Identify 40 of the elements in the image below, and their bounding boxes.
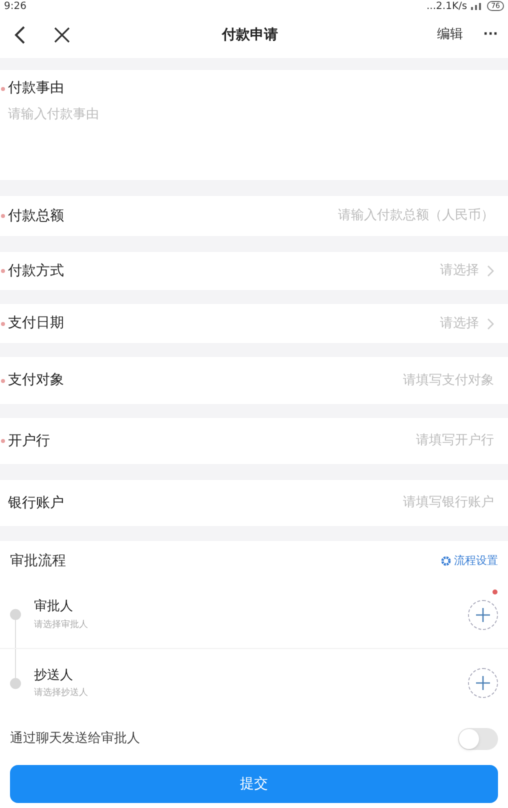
field-label: 开户行 — [8, 432, 50, 450]
input-field[interactable]: 请填写支付对象 — [194, 370, 494, 390]
status-time: 9:26 — [4, 0, 26, 14]
form-field[interactable]: 付款总额 请输入付款总额（人民币） — [0, 196, 508, 236]
step-hint: 请选择抄送人 — [34, 687, 88, 700]
input-field[interactable]: 请填写银行账户 — [194, 493, 494, 513]
more-button[interactable]: ··· — [483, 25, 498, 45]
toggle-label: 通过聊天发送给审批人 — [10, 730, 140, 748]
toggle-switch[interactable] — [458, 728, 498, 750]
reason-field[interactable]: 付款事由 请输入付款事由 — [0, 70, 508, 180]
page-title: 付款申请 — [222, 26, 278, 44]
field-label: 支付对象 — [8, 371, 64, 390]
field-label: 付款总额 — [8, 206, 64, 226]
add-person-button[interactable] — [468, 668, 498, 698]
step-title: 抄送人 — [34, 666, 74, 684]
step-hint: 请选择审批人 — [34, 618, 88, 632]
close-icon[interactable] — [52, 25, 72, 45]
network-speed: ...2.1K/s — [426, 0, 468, 14]
form-field[interactable]: 支付对象 请填写支付对象 — [0, 357, 508, 404]
plus-icon — [476, 608, 490, 622]
form-field[interactable]: 开户行 请填写开户行 — [0, 418, 508, 464]
chevron-icon — [487, 318, 494, 330]
field-label: 付款方式 — [8, 262, 64, 280]
form-field[interactable]: 银行账户 请填写银行账户 — [0, 480, 508, 526]
reason-input[interactable]: 请输入付款事由 — [8, 105, 498, 175]
input-field[interactable]: 请输入付款总额（人民币） — [194, 206, 494, 226]
field-label: 支付日期 — [8, 314, 64, 333]
step-title: 审批人 — [34, 598, 74, 616]
input-field[interactable]: 请填写开户行 — [194, 431, 494, 451]
gear-icon — [441, 556, 451, 566]
form-field[interactable]: 付款方式 请选择 — [0, 252, 508, 290]
field-label: 银行账户 — [8, 494, 64, 512]
plus-icon — [476, 676, 490, 690]
chevron-icon — [487, 265, 494, 277]
edit-button[interactable]: 编辑 — [437, 25, 464, 45]
section-title: 审批流程 — [10, 552, 66, 570]
flow-settings-link[interactable]: 流程设置 — [441, 552, 498, 570]
field-label: 付款事由 — [8, 79, 64, 98]
add-person-button[interactable] — [468, 600, 498, 630]
form-field[interactable]: 支付日期 请选择 — [0, 304, 508, 343]
